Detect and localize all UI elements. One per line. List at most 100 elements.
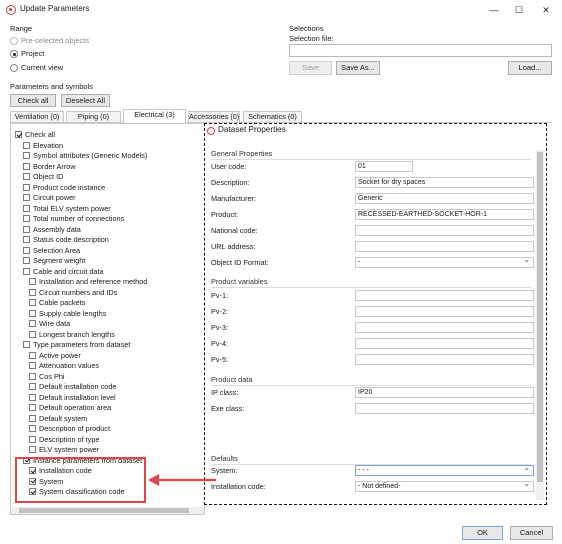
tree-checkbox[interactable] <box>29 330 36 338</box>
cancel-button[interactable]: Cancel <box>510 526 553 540</box>
tree-item[interactable]: Status code description <box>23 235 109 246</box>
radio-preselected[interactable] <box>10 37 18 45</box>
field-select[interactable]: - Not defined- <box>355 481 534 492</box>
tree-checkbox[interactable] <box>29 299 36 306</box>
tree-item[interactable]: Segment weight <box>23 256 85 267</box>
tree-checkbox[interactable] <box>29 362 36 369</box>
deselect-all-button[interactable]: Deselect All <box>61 94 110 107</box>
tree-checkbox[interactable] <box>23 257 30 264</box>
tree-item[interactable]: Product code instance <box>23 183 105 194</box>
ok-button[interactable]: OK <box>462 526 503 540</box>
radio-project[interactable] <box>10 50 18 58</box>
selection-file-input[interactable] <box>289 44 552 57</box>
tree-checkbox[interactable] <box>29 372 36 380</box>
field-input[interactable]: IP20 <box>355 387 534 398</box>
tree-scrollbar-thumb[interactable] <box>19 508 189 513</box>
tree-checkbox[interactable] <box>23 183 30 191</box>
minimize-button[interactable]: — <box>482 2 506 18</box>
load-button[interactable]: Load... <box>508 61 552 75</box>
tree-item[interactable]: Assembly data <box>23 225 81 236</box>
tree-item[interactable]: Default installation code <box>29 382 116 393</box>
tree-item[interactable]: Wire data <box>29 319 70 330</box>
tree-item[interactable]: Longest branch lengths <box>29 330 115 341</box>
tree-checkbox[interactable] <box>23 152 30 159</box>
field-input[interactable] <box>355 322 534 333</box>
tree-checkbox[interactable] <box>29 425 36 432</box>
tab-ventilation[interactable]: Ventilation (0) <box>10 111 64 122</box>
tree-item[interactable]: ELV system power <box>29 445 99 456</box>
radio-current-view[interactable] <box>10 64 18 72</box>
tree-item[interactable]: Description of product <box>29 424 110 435</box>
tree-checkbox[interactable] <box>29 383 36 390</box>
tree-checkbox[interactable] <box>29 278 36 285</box>
tab-electrical[interactable]: Electrical (3) <box>123 109 186 123</box>
tree-item[interactable]: Cable and circuit data <box>23 267 104 278</box>
tree-checkbox[interactable] <box>29 393 36 401</box>
tree-item[interactable]: Description of type <box>29 435 99 446</box>
tree-checkbox[interactable] <box>29 288 36 296</box>
tree-horizontal-scrollbar[interactable] <box>11 507 204 514</box>
maximize-button[interactable]: ☐ <box>507 2 531 18</box>
tree-item[interactable]: Default operation area <box>29 403 111 414</box>
tree-checkbox[interactable] <box>23 194 30 201</box>
field-input[interactable]: 01 <box>355 161 413 172</box>
tree-checkbox[interactable] <box>23 225 30 233</box>
tree-checkbox[interactable] <box>29 414 36 422</box>
tree-item[interactable]: Total number of connections <box>23 214 124 225</box>
tree-checkbox[interactable] <box>29 351 36 359</box>
save-button[interactable]: Save <box>289 61 332 75</box>
tree-checkbox[interactable] <box>23 341 30 348</box>
save-as-button[interactable]: Save As... <box>336 61 380 75</box>
tree-checkbox[interactable] <box>23 141 30 149</box>
tree-item[interactable]: Border Arrow <box>23 162 76 173</box>
field-input[interactable]: RECESSED-EARTHED-SOCKET-HOR-1 <box>355 209 534 220</box>
close-button[interactable]: ✕ <box>534 2 558 18</box>
tree-checkbox[interactable] <box>29 320 36 327</box>
field-input[interactable] <box>355 338 534 349</box>
tab-schematics[interactable]: Schematics (0) <box>243 111 302 122</box>
field-input[interactable] <box>355 290 534 301</box>
tree-item[interactable]: Cos Phi <box>29 372 65 383</box>
tree-checkbox[interactable] <box>23 246 30 254</box>
tree-checkbox[interactable] <box>23 236 30 243</box>
tree-item[interactable]: Default installation level <box>29 393 116 404</box>
tree-item[interactable]: Default system <box>29 414 87 425</box>
tree-checkbox[interactable] <box>29 446 36 453</box>
tree-item[interactable]: Selection Area <box>23 246 80 257</box>
tab-piping[interactable]: Piping (0) <box>66 111 121 122</box>
field-select[interactable]: - - - <box>355 465 534 476</box>
dataset-scrollbar-thumb[interactable] <box>537 152 543 482</box>
tab-accessories[interactable]: Accessories (0) <box>188 111 240 122</box>
field-input[interactable] <box>355 403 534 414</box>
tree-item[interactable]: Type parameters from dataset <box>23 340 130 351</box>
tree-checkbox[interactable] <box>23 204 30 212</box>
field-input[interactable]: Socket for dry spaces <box>355 177 534 188</box>
field-input[interactable] <box>355 354 534 365</box>
field-select[interactable]: - <box>355 257 534 268</box>
tree-item[interactable]: Object ID <box>23 172 63 183</box>
tree-item[interactable]: Attenuation values <box>29 361 99 372</box>
tree-checkbox[interactable] <box>15 131 22 138</box>
tree-item[interactable]: Total ELV system power <box>23 204 111 215</box>
field-input[interactable]: Generic <box>355 193 534 204</box>
tree-item[interactable]: Circuit power <box>23 193 76 204</box>
tree-checkbox[interactable] <box>29 435 36 443</box>
tree-item[interactable]: Cable packets <box>29 298 85 309</box>
tree-item[interactable]: Active power <box>29 351 81 362</box>
tree-checkbox[interactable] <box>29 404 36 411</box>
tree-item[interactable]: Supply cable lengths <box>29 309 106 320</box>
check-all-button[interactable]: Check all <box>10 94 56 107</box>
tree-checkbox[interactable] <box>23 173 30 180</box>
tree-item[interactable]: Circuit numbers and IDs <box>29 288 117 299</box>
tree-checkbox[interactable] <box>23 162 30 170</box>
tree-item[interactable]: Installation and reference method <box>29 277 147 288</box>
tree-checkbox[interactable] <box>23 215 30 222</box>
field-input[interactable] <box>355 225 534 236</box>
tree-item[interactable]: Elevation <box>23 141 63 152</box>
tree-item[interactable]: Check all <box>15 130 55 141</box>
field-input[interactable] <box>355 306 534 317</box>
field-input[interactable] <box>355 241 534 252</box>
tree-checkbox[interactable] <box>23 267 30 275</box>
dataset-scrollbar[interactable] <box>536 150 544 500</box>
tree-checkbox[interactable] <box>29 309 36 317</box>
